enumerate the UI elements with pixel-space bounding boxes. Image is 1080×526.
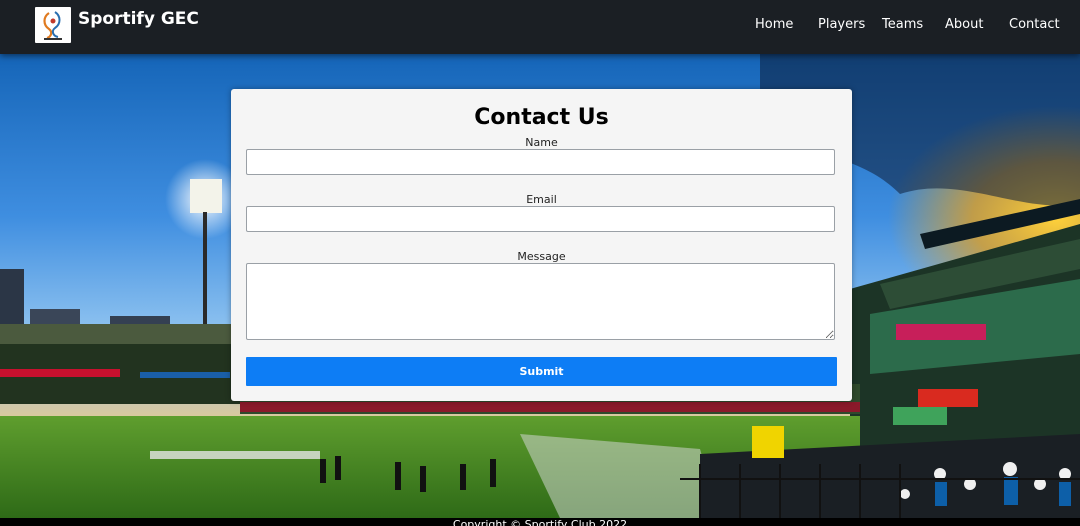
nav-home[interactable]: Home — [755, 17, 793, 32]
nav-teams[interactable]: Teams — [882, 17, 923, 32]
footer: Copyright © Sportify Club 2022 — [0, 518, 1080, 526]
brand-name[interactable]: Sportify GEC — [78, 9, 199, 29]
brand-logo[interactable] — [35, 7, 71, 43]
name-label: Name — [525, 136, 558, 149]
name-input[interactable] — [246, 149, 835, 175]
contact-form-card: Contact Us Name Email Message Submit — [231, 89, 852, 401]
nav-contact[interactable]: Contact — [1009, 17, 1060, 32]
copyright-text: Copyright © Sportify Club 2022 — [452, 518, 628, 526]
submit-button[interactable]: Submit — [246, 357, 837, 386]
email-input[interactable] — [246, 206, 835, 232]
nav-about[interactable]: About — [945, 17, 983, 32]
message-textarea[interactable] — [246, 263, 835, 340]
message-label: Message — [517, 250, 566, 263]
nav-players[interactable]: Players — [818, 17, 865, 32]
navbar: Sportify GEC Home Players Teams About Co… — [0, 0, 1080, 54]
email-label: Email — [526, 193, 557, 206]
form-title: Contact Us — [474, 105, 609, 130]
